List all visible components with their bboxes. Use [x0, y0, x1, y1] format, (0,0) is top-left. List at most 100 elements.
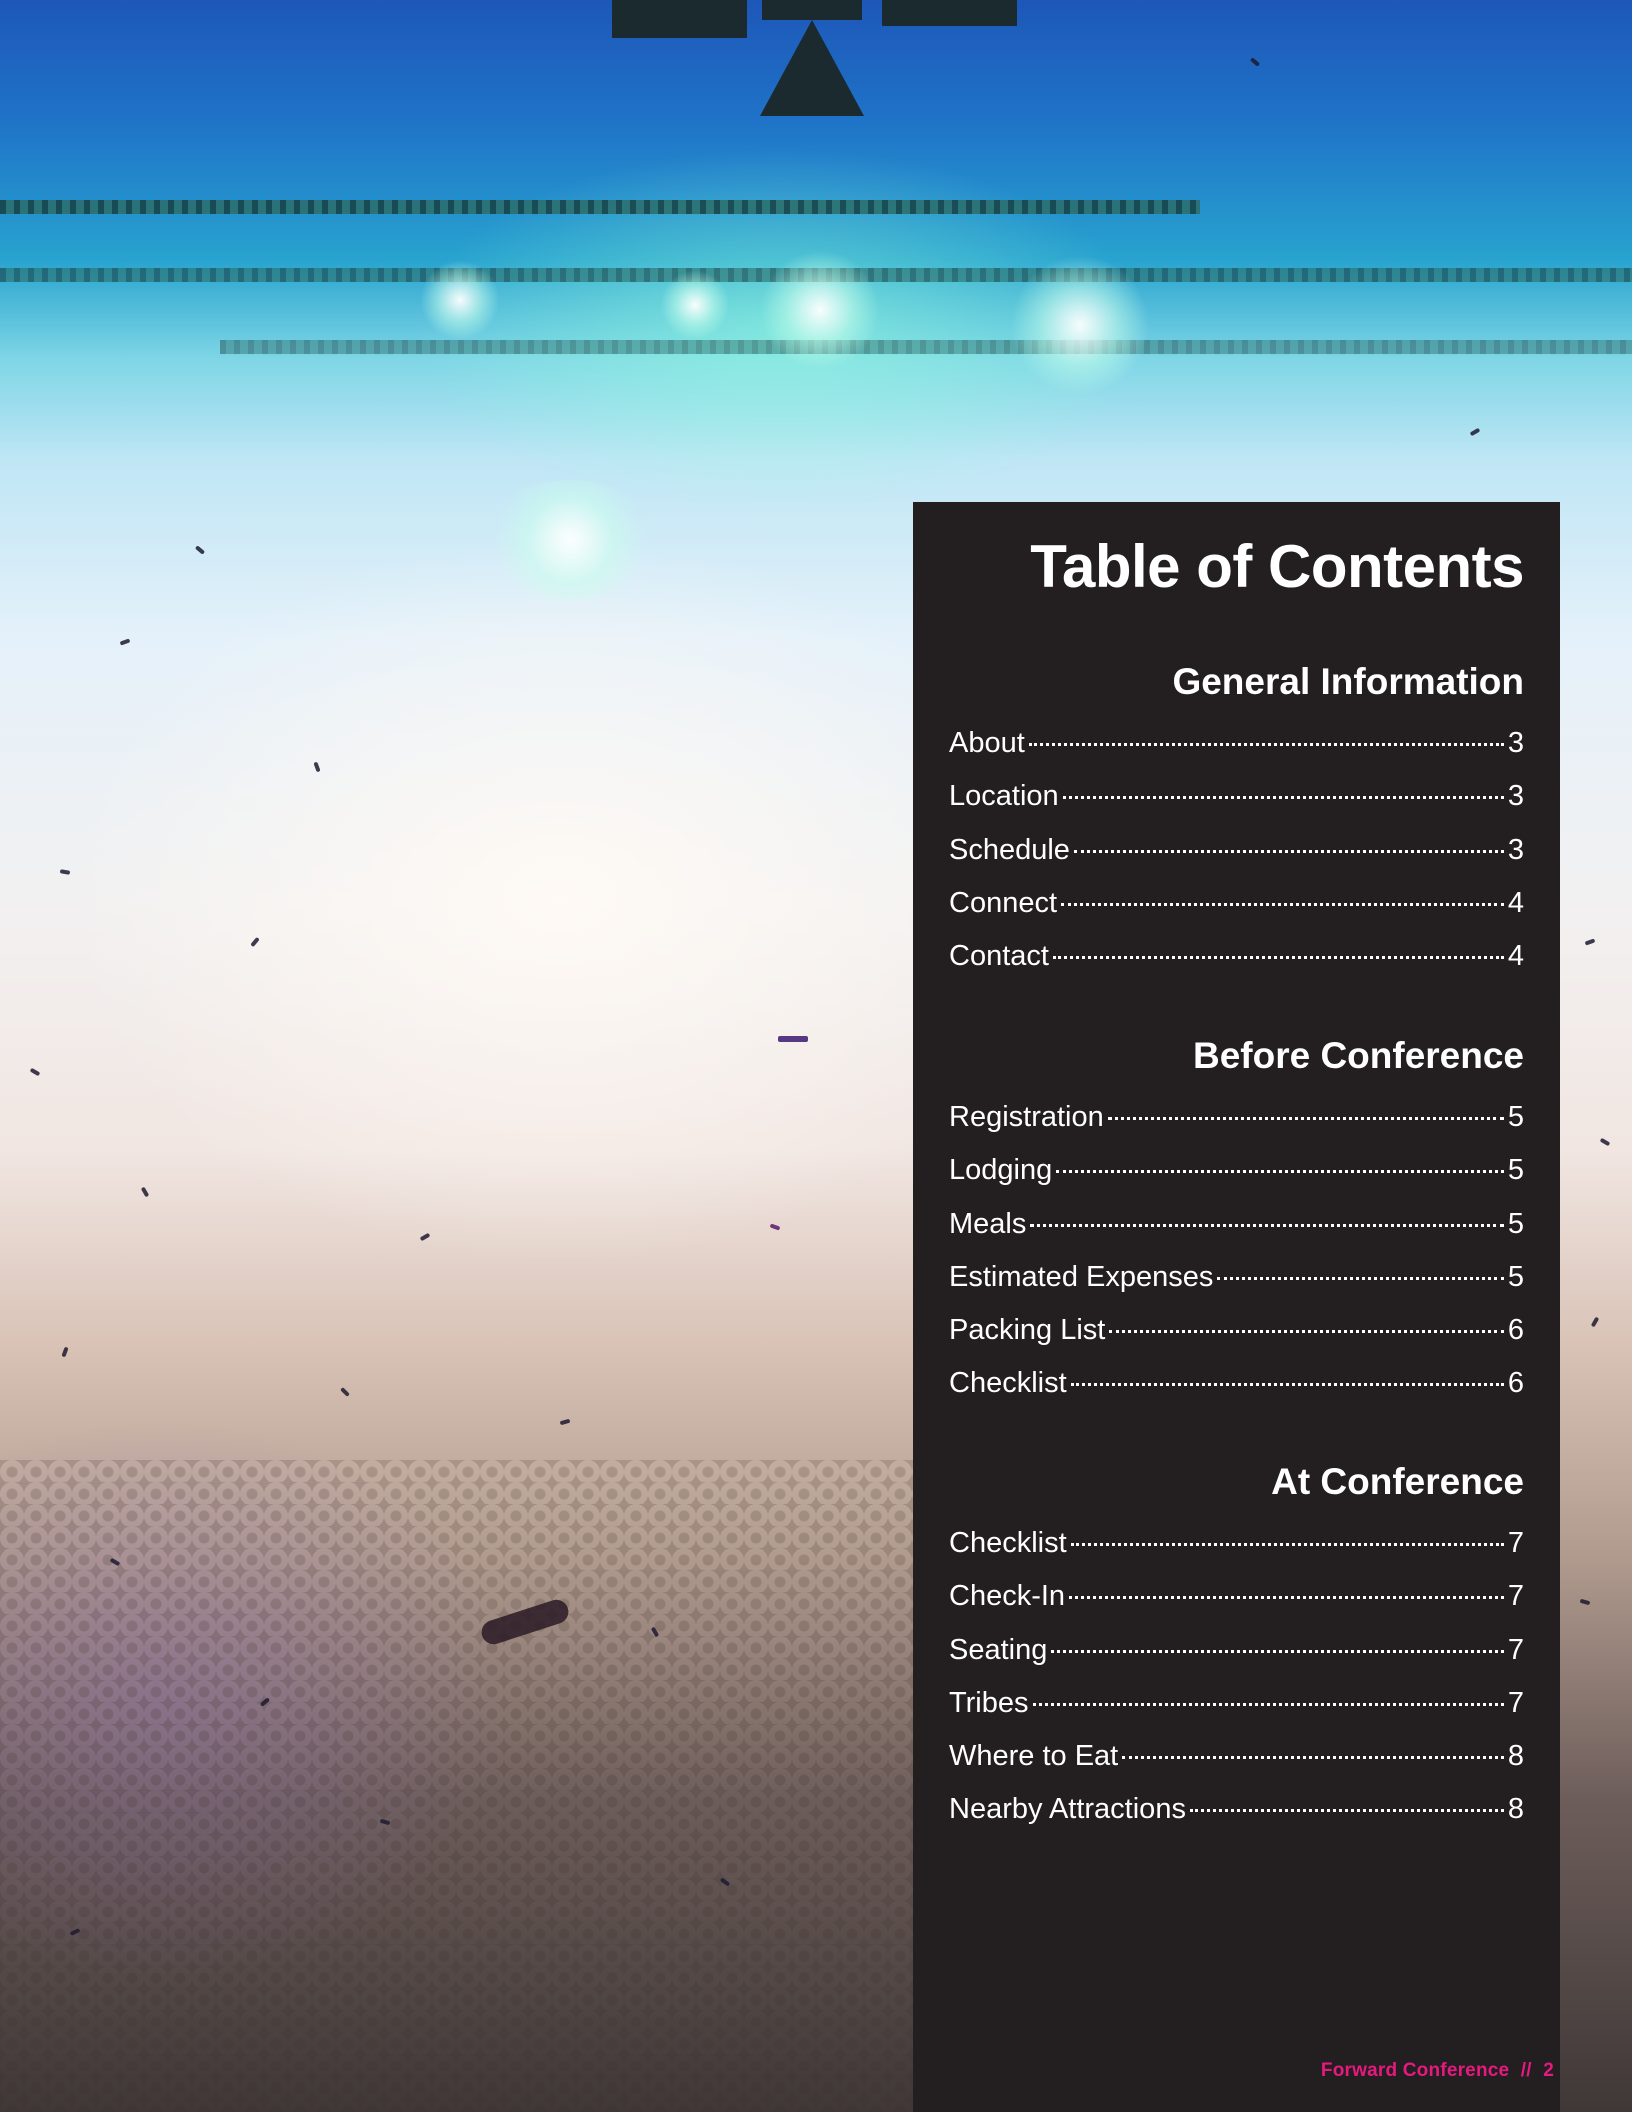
- entry-page-number: 7: [1507, 1580, 1524, 1613]
- toc-entry-tribes[interactable]: Tribes 7: [949, 1677, 1524, 1730]
- confetti: [1249, 57, 1261, 67]
- toc-entry-checklist[interactable]: Checklist 6: [949, 1357, 1524, 1410]
- entry-page-number: 5: [1507, 1260, 1524, 1293]
- toc-panel: Table of Contents General Information Ab…: [913, 502, 1560, 2112]
- entry-page-number: 4: [1507, 886, 1524, 919]
- toc-entry-estimated-expenses[interactable]: Estimated Expenses 5: [949, 1251, 1524, 1304]
- entry-page-number: 5: [1507, 1207, 1524, 1240]
- entry-page-number: 7: [1507, 1527, 1524, 1559]
- stage-rigging-fixture: [612, 0, 747, 38]
- toc-entry-lodging[interactable]: Lodging 5: [949, 1144, 1524, 1197]
- entry-label: Estimated Expenses: [949, 1260, 1214, 1293]
- stage-light: [1010, 255, 1150, 395]
- toc-section-general-information: General Information About 3 Location 3 S…: [949, 657, 1524, 983]
- toc-entry-contact[interactable]: Contact 4: [949, 930, 1524, 983]
- confetti: [1590, 1316, 1600, 1328]
- entry-label: Checklist: [949, 1527, 1067, 1559]
- entry-page-number: 8: [1507, 1793, 1524, 1826]
- dot-leader: [1028, 743, 1504, 746]
- confetti: [313, 761, 321, 773]
- entry-label: Seating: [949, 1633, 1048, 1666]
- confetti: [419, 1232, 431, 1242]
- confetti: [194, 545, 206, 555]
- confetti: [140, 1186, 150, 1198]
- dot-leader: [1032, 1702, 1504, 1706]
- confetti: [250, 936, 260, 948]
- dot-leader: [1189, 1809, 1504, 1813]
- dot-leader: [1107, 1117, 1504, 1120]
- footer-page-number: 2: [1543, 2060, 1554, 2081]
- toc-entry-schedule[interactable]: Schedule 3: [949, 824, 1524, 877]
- toc-entry-nearby-attractions[interactable]: Nearby Attractions 8: [949, 1783, 1524, 1836]
- toc-section-before-conference: Before Conference Registration 5 Lodging…: [949, 1031, 1524, 1411]
- entry-label: Where to Eat: [949, 1740, 1119, 1773]
- stage-light: [660, 270, 730, 340]
- entry-page-number: 7: [1507, 1633, 1524, 1666]
- dot-leader: [1217, 1276, 1504, 1280]
- dot-leader: [1061, 902, 1504, 906]
- confetti: [559, 1418, 571, 1426]
- dot-leader: [1051, 1649, 1504, 1653]
- entry-label: Lodging: [949, 1154, 1053, 1187]
- confetti: [1469, 427, 1481, 437]
- stage-rigging-fixture: [762, 0, 862, 20]
- confetti: [119, 638, 131, 646]
- crowd: [0, 1460, 913, 2112]
- entry-label: Location: [949, 780, 1059, 813]
- toc-title: Table of Contents: [1030, 533, 1524, 600]
- dot-leader: [1122, 1756, 1504, 1760]
- toc-entry-meals[interactable]: Meals 5: [949, 1198, 1524, 1251]
- dot-leader: [1056, 1170, 1504, 1174]
- toc-section-at-conference: At Conference Checklist 7 Check-In 7 Sea…: [949, 1457, 1524, 1837]
- confetti: [769, 1223, 781, 1231]
- entry-label: Tribes: [949, 1686, 1029, 1719]
- entry-page-number: 3: [1507, 833, 1524, 866]
- confetti: [59, 869, 71, 875]
- confetti: [778, 1036, 808, 1042]
- entry-label: Nearby Attractions: [949, 1793, 1186, 1826]
- toc-entry-checklist[interactable]: Checklist 7: [949, 1517, 1524, 1570]
- dot-leader: [1070, 1383, 1504, 1387]
- stage-rigging-fixture: [760, 20, 864, 116]
- entry-page-number: 5: [1507, 1101, 1524, 1133]
- dot-leader: [1070, 1543, 1504, 1546]
- entry-page-number: 6: [1507, 1314, 1524, 1347]
- entry-label: Registration: [949, 1101, 1104, 1133]
- confetti: [61, 1346, 69, 1358]
- toc-entry-seating[interactable]: Seating 7: [949, 1624, 1524, 1677]
- confetti: [340, 1387, 350, 1397]
- entry-page-number: 7: [1507, 1686, 1524, 1719]
- entry-label: About: [949, 727, 1025, 759]
- entry-page-number: 8: [1507, 1740, 1524, 1773]
- toc-entry-check-in[interactable]: Check-In 7: [949, 1570, 1524, 1623]
- toc-entry-packing-list[interactable]: Packing List 6: [949, 1304, 1524, 1357]
- stage-light: [480, 480, 660, 600]
- stage-light: [420, 260, 500, 340]
- entry-label: Meals: [949, 1207, 1027, 1240]
- toc-entry-location[interactable]: Location 3: [949, 770, 1524, 823]
- confetti: [1584, 938, 1596, 946]
- lighting-truss: [220, 340, 1632, 354]
- entry-page-number: 3: [1507, 780, 1524, 813]
- entry-page-number: 6: [1507, 1367, 1524, 1400]
- entry-label: Connect: [949, 886, 1058, 919]
- toc-entry-where-to-eat[interactable]: Where to Eat 8: [949, 1730, 1524, 1783]
- stage-rigging-fixture: [882, 0, 1017, 26]
- entry-page-number: 4: [1507, 940, 1524, 973]
- entry-label: Check-In: [949, 1580, 1066, 1613]
- entry-label: Contact: [949, 940, 1049, 973]
- confetti: [1579, 1598, 1591, 1606]
- entry-label: Schedule: [949, 833, 1070, 866]
- page-footer: Forward Conference // 2: [1321, 2060, 1554, 2082]
- toc-entry-about[interactable]: About 3: [949, 717, 1524, 770]
- confetti: [1599, 1137, 1611, 1147]
- section-heading: At Conference: [1271, 1461, 1524, 1502]
- entry-label: Packing List: [949, 1314, 1106, 1347]
- stage-light: [760, 250, 880, 370]
- confetti: [29, 1067, 41, 1077]
- footer-separator: //: [1520, 2060, 1532, 2081]
- toc-entry-connect[interactable]: Connect 4: [949, 877, 1524, 930]
- toc-entry-registration[interactable]: Registration 5: [949, 1091, 1524, 1144]
- dot-leader: [1069, 1596, 1504, 1600]
- dot-leader: [1062, 796, 1504, 800]
